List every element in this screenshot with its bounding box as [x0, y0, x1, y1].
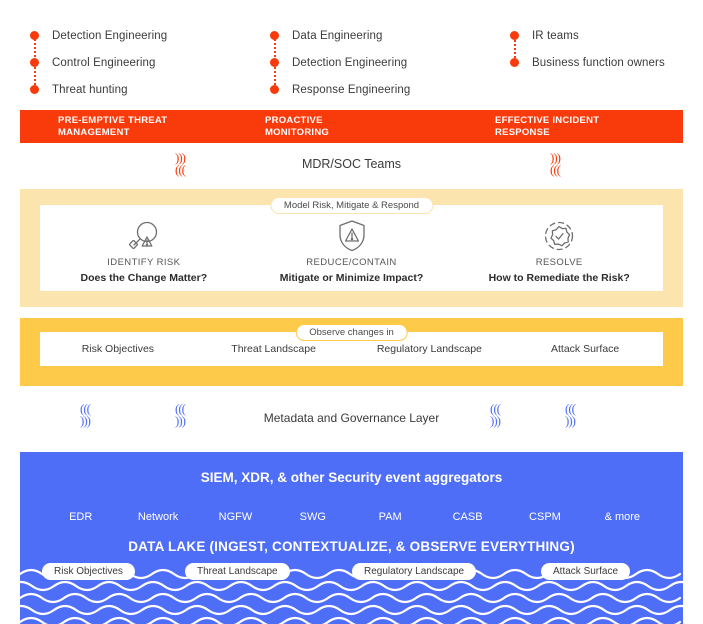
data-lake-subtitle: DATA LAKE (INGEST, CONTEXTUALIZE, & OBSE… [128, 539, 575, 554]
observe-item: Regulatory Landscape [376, 343, 482, 355]
metadata-governance-row: ((( ))) ((( ))) Metadata and Governance … [20, 392, 683, 444]
model-risk-title: IDENTIFY RISK [107, 257, 181, 268]
wave-pill: Attack Surface [541, 563, 631, 580]
data-lake-tool: & more [604, 511, 641, 523]
role-columns: Detection Engineering Control Engineerin… [0, 22, 703, 106]
observe-card: Observe changes in Risk Objectives Threa… [40, 324, 663, 366]
role-item: Control Engineering [30, 49, 260, 76]
magnifier-warning-icon [40, 217, 248, 255]
role-bullet-dot-icon [30, 58, 39, 67]
data-lake-tool: NGFW [218, 511, 253, 523]
role-item-label: Threat hunting [52, 83, 128, 96]
role-item-label: IR teams [532, 29, 579, 42]
model-risk-question: How to Remediate the Risk? [488, 272, 630, 284]
data-lake-title: SIEM, XDR, & other Security event aggreg… [200, 470, 503, 485]
signal-wiggle-icon: ))) ((( [550, 151, 561, 177]
phase-segment-incident: EFFECTIVE INCIDENT RESPONSE [495, 115, 683, 138]
model-risk-pill: Model Risk, Mitigate & Respond [269, 197, 434, 214]
phase-segment-line2: MANAGEMENT [58, 126, 130, 138]
role-item: Business function owners [510, 49, 703, 76]
model-risk-column-identify: IDENTIFY RISK Does the Change Matter? [40, 217, 248, 284]
role-bullet-dot-icon [30, 85, 39, 94]
data-lake-tool: CASB [452, 511, 483, 523]
role-bullet-dot-icon [270, 31, 279, 40]
phase-segment-proactive: PROACTIVE MONITORING [265, 115, 495, 138]
role-item: Detection Engineering [270, 49, 500, 76]
role-item: Response Engineering [270, 76, 500, 103]
model-risk-title: REDUCE/CONTAIN [306, 257, 397, 268]
signal-wiggle-icon: ((( ))) [490, 402, 501, 428]
role-bullet-dot-icon [270, 85, 279, 94]
model-risk-title: RESOLVE [535, 257, 583, 268]
role-bullet-dot-icon [30, 31, 39, 40]
phase-segment-line2: RESPONSE [495, 126, 550, 138]
wave-pill: Regulatory Landscape [352, 563, 477, 580]
observe-pill: Observe changes in [295, 324, 408, 341]
data-lake-tool: SWG [299, 511, 326, 523]
role-item: Data Engineering [270, 22, 500, 49]
phase-segment-line1: PROACTIVE [265, 114, 323, 126]
data-lake-tool: Network [137, 511, 179, 523]
role-column-proactive: Data Engineering Detection Engineering R… [260, 22, 500, 106]
model-risk-column-reduce: REDUCE/CONTAIN Mitigate or Minimize Impa… [248, 217, 456, 284]
observe-item: Risk Objectives [81, 343, 155, 355]
role-item-label: Detection Engineering [292, 56, 408, 69]
data-lake-tools: EDR Network NGFW SWG PAM CASB CSPM & mor… [20, 502, 683, 532]
model-risk-card: Model Risk, Mitigate & Respond IDENTIFY … [40, 197, 663, 291]
data-lake-band: SIEM, XDR, & other Security event aggreg… [20, 452, 683, 624]
phase-segment-line1: EFFECTIVE INCIDENT [495, 114, 600, 126]
model-risk-column-resolve: RESOLVE How to Remediate the Risk? [455, 217, 663, 284]
signal-wiggle-bottom: ((( [550, 162, 561, 177]
wave-pill: Risk Objectives [42, 563, 135, 580]
role-item: Detection Engineering [30, 22, 260, 49]
role-bullet-dot-icon [270, 58, 279, 67]
shield-warning-icon [248, 217, 456, 255]
role-item: IR teams [510, 22, 703, 49]
role-item-label: Business function owners [532, 56, 665, 69]
wave-pill: Threat Landscape [185, 563, 290, 580]
signal-wiggle-bottom: ))) [490, 413, 501, 428]
role-item-label: Control Engineering [52, 56, 156, 69]
model-risk-columns: IDENTIFY RISK Does the Change Matter? RE… [40, 217, 663, 284]
model-risk-question: Does the Change Matter? [80, 272, 208, 284]
mdr-soc-row: ))) ((( MDR/SOC Teams ))) ((( [20, 143, 683, 184]
role-item-label: Detection Engineering [52, 29, 168, 42]
phase-segment-line1: PRE-EMPTIVE THREAT [58, 114, 168, 126]
data-lake-tool: EDR [69, 511, 93, 523]
role-item-label: Data Engineering [292, 29, 383, 42]
signal-wiggle-bottom: ))) [565, 413, 576, 428]
mdr-soc-label: MDR/SOC Teams [301, 156, 402, 171]
data-lake-tool: CSPM [529, 511, 561, 523]
model-risk-band: Model Risk, Mitigate & Respond IDENTIFY … [20, 189, 683, 307]
phase-segment-line2: MONITORING [265, 126, 330, 138]
phase-segment-preemptive: PRE-EMPTIVE THREAT MANAGEMENT [20, 115, 265, 138]
role-column-incident: IR teams Business function owners [500, 22, 703, 106]
signal-wiggle-icon: ((( ))) [565, 402, 576, 428]
role-bullet-dot-icon [510, 58, 519, 67]
check-badge-icon [455, 217, 663, 255]
observe-item: Attack Surface [550, 343, 620, 355]
phase-banner: PRE-EMPTIVE THREAT MANAGEMENT PROACTIVE … [20, 110, 683, 143]
observe-item: Threat Landscape [231, 343, 316, 355]
model-risk-question: Mitigate or Minimize Impact? [279, 272, 424, 284]
role-item: Threat hunting [30, 76, 260, 103]
data-lake-tool: PAM [378, 511, 402, 523]
metadata-governance-label: Metadata and Governance Layer [263, 411, 440, 425]
wave-pill-row: Risk Objectives Threat Landscape Regulat… [20, 563, 683, 583]
role-column-preemptive: Detection Engineering Control Engineerin… [0, 22, 260, 106]
role-item-label: Response Engineering [292, 83, 411, 96]
role-bullet-dot-icon [510, 31, 519, 40]
observe-band: Observe changes in Risk Objectives Threa… [20, 318, 683, 386]
